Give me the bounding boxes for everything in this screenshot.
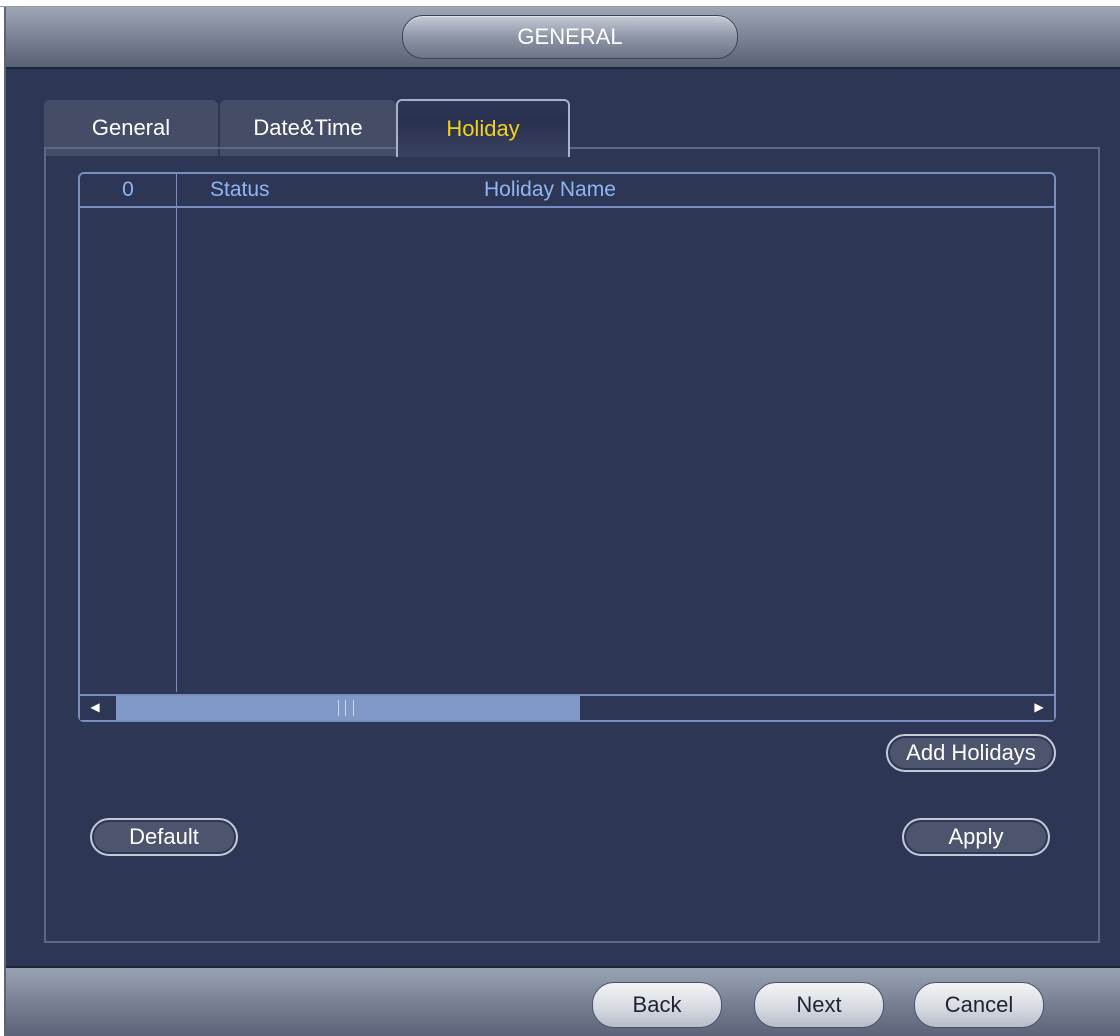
column-header-status[interactable]: Status <box>210 174 270 206</box>
cancel-button[interactable]: Cancel <box>914 982 1044 1028</box>
settings-window: GENERAL General Date&Time Holiday 0 Stat… <box>4 7 1120 1036</box>
default-button[interactable]: Default <box>90 818 238 856</box>
holiday-table: 0 Status Holiday Name ◀ ▶ <box>78 172 1056 722</box>
cropped-top-strip <box>0 0 1120 7</box>
grip-icon <box>338 700 354 716</box>
scroll-right-icon[interactable]: ▶ <box>1030 698 1048 716</box>
footer-bar: Back Next Cancel <box>6 966 1120 1036</box>
tab-holiday[interactable]: Holiday <box>396 99 570 157</box>
table-header: 0 Status Holiday Name <box>80 174 1054 208</box>
column-header-count[interactable]: 0 <box>80 174 176 206</box>
column-divider <box>176 174 177 692</box>
next-button[interactable]: Next <box>754 982 884 1028</box>
column-header-holiday-name[interactable]: Holiday Name <box>484 174 616 206</box>
window-title: GENERAL <box>402 15 738 59</box>
horizontal-scrollbar[interactable]: ◀ ▶ <box>80 694 1054 720</box>
back-button[interactable]: Back <box>592 982 722 1028</box>
scroll-thumb[interactable] <box>116 696 580 720</box>
add-holidays-button[interactable]: Add Holidays <box>886 734 1056 772</box>
scroll-left-icon[interactable]: ◀ <box>86 698 104 716</box>
apply-button[interactable]: Apply <box>902 818 1050 856</box>
title-bar: GENERAL <box>6 7 1120 69</box>
